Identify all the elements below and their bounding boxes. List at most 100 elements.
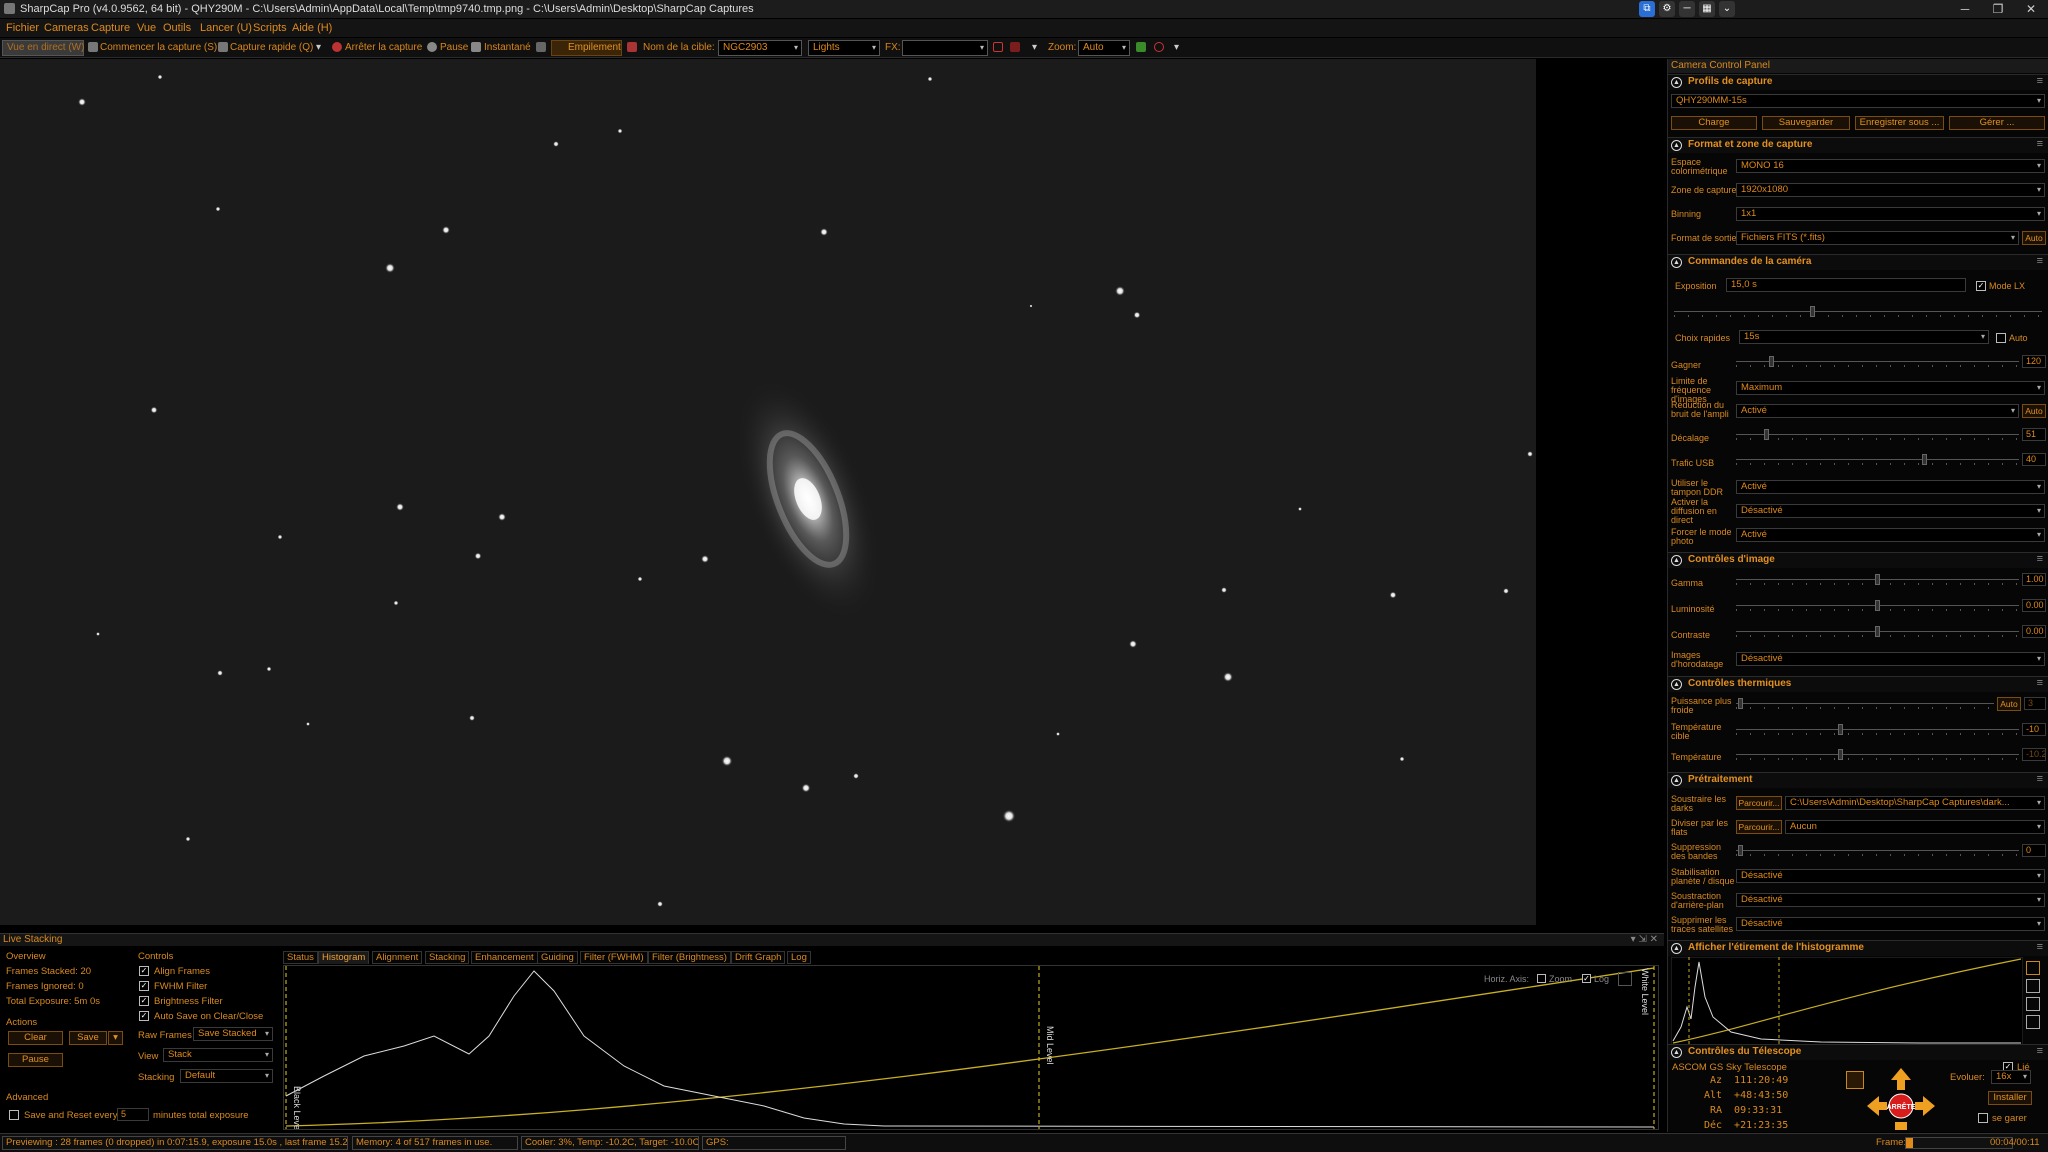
live-view-button[interactable]: Vue en direct (W) <box>2 40 84 56</box>
offset-slider[interactable] <box>1736 428 2019 442</box>
menu-capture[interactable]: Capture <box>91 22 130 34</box>
stacking-button[interactable]: Empilement <box>551 40 622 56</box>
exposure-input[interactable]: 15,0 s <box>1726 278 1966 292</box>
south-arrow[interactable] <box>1895 1122 1907 1130</box>
menu-fichier[interactable]: Fichier <box>6 22 39 34</box>
histogram-stretch-graph[interactable] <box>1671 957 2023 1045</box>
tab-guiding[interactable]: Guiding <box>537 951 578 964</box>
menu-outils[interactable]: Outils <box>163 22 191 34</box>
profile-select[interactable]: QHY290MM-15s ▾ <box>1671 94 2045 108</box>
tab-alignment[interactable]: Alignment <box>372 951 423 964</box>
section-thermal[interactable]: ▲ Contrôles thermiques ≡ <box>1668 676 2048 692</box>
save-options-button[interactable]: ▾ <box>108 1031 123 1045</box>
brightness-thumb[interactable] <box>1875 600 1880 611</box>
menu-scripts[interactable]: Scripts <box>253 22 287 34</box>
mount-direction-pad[interactable]: ARRÊTE <box>1865 1066 1937 1132</box>
photo-mode-select[interactable]: Activé ▾ <box>1736 528 2045 542</box>
contrast-slider[interactable] <box>1736 625 2019 639</box>
tab-filter-brightness[interactable]: Filter (Brightness) <box>648 951 731 964</box>
histogram-zoom-icon[interactable] <box>2026 979 2040 993</box>
offset-value[interactable]: 51 <box>2022 428 2046 441</box>
tab-status[interactable]: Status <box>283 951 318 964</box>
zoom-select[interactable]: Auto ▾ <box>1078 40 1130 56</box>
quick-capture-button[interactable]: Capture rapide (Q) <box>230 42 313 53</box>
menu-aide[interactable]: Aide (H) <box>292 22 332 34</box>
north-arrow[interactable] <box>1891 1068 1911 1090</box>
tab-histogram[interactable]: Histogram <box>318 951 370 964</box>
target-temp-slider[interactable] <box>1736 723 2019 737</box>
collapse-icon[interactable]: ▲ <box>1671 257 1682 268</box>
capture-area-select[interactable]: 1920x1080 ▾ <box>1736 183 2045 197</box>
zoom-checkbox[interactable] <box>1537 974 1546 983</box>
park-checkbox[interactable] <box>1978 1113 1988 1123</box>
usb-thumb[interactable] <box>1922 454 1928 465</box>
output-format-select[interactable]: Fichiers FITS (*.fits) ▾ <box>1736 231 2019 245</box>
start-capture-button[interactable]: Commencer la capture (S) <box>100 42 217 53</box>
menu-lancer[interactable]: Lancer (U) <box>200 22 252 34</box>
menu-icon[interactable]: ≡ <box>2037 138 2043 150</box>
panel-close-icon[interactable]: ▾ ⇲ ✕ <box>1631 934 1658 945</box>
menu-icon[interactable]: ≡ <box>2037 941 2043 953</box>
colorspace-select[interactable]: MONO 16 ▾ <box>1736 159 2045 173</box>
fx-select[interactable]: ▾ <box>902 40 988 56</box>
log-checkbox[interactable]: ✓ <box>1582 974 1591 983</box>
section-profiles[interactable]: ▲ Profils de capture ≡ <box>1668 74 2048 90</box>
chevron-down-icon[interactable]: ▾ <box>1174 42 1179 53</box>
ddr-select[interactable]: Activé ▾ <box>1736 480 2045 494</box>
collapse-icon[interactable]: ▲ <box>1671 140 1682 151</box>
banding-value[interactable]: 0 <box>2022 844 2046 857</box>
gamma-thumb[interactable] <box>1875 574 1880 585</box>
pause-stacking-button[interactable]: Pause <box>8 1053 63 1067</box>
gain-slider[interactable] <box>1736 355 2019 369</box>
timestamp-select[interactable]: Désactivé ▾ <box>1736 652 2045 666</box>
framerate-select[interactable]: Maximum ▾ <box>1736 381 2045 395</box>
minimize-small-icon[interactable]: ─ <box>1679 1 1695 17</box>
menu-cameras[interactable]: Cameras <box>44 22 89 34</box>
clear-button[interactable]: Clear <box>8 1031 63 1045</box>
align-checkbox[interactable]: ✓ <box>139 966 149 976</box>
background-select[interactable]: Désactivé ▾ <box>1736 893 2045 907</box>
east-arrow[interactable] <box>1915 1096 1935 1116</box>
install-button[interactable]: Installer <box>1988 1091 2032 1105</box>
stream-select[interactable]: Désactivé ▾ <box>1736 504 2045 518</box>
noise-auto-button[interactable]: Auto <box>2022 404 2046 418</box>
exposure-slider[interactable] <box>1674 305 2042 319</box>
load-profile-button[interactable]: Charge <box>1671 116 1757 130</box>
save-reset-checkbox[interactable] <box>9 1110 19 1120</box>
contrast-value[interactable]: 0.00 <box>2022 625 2046 638</box>
satellite-select[interactable]: Désactivé ▾ <box>1736 917 2045 931</box>
save-reset-minutes[interactable]: 5 <box>117 1108 149 1121</box>
tab-enhancement[interactable]: Enhancement <box>471 951 538 964</box>
raw-frames-select[interactable]: Save Stacked ▾ <box>193 1027 273 1041</box>
autosave-checkbox[interactable]: ✓ <box>139 1011 149 1021</box>
histogram-auto-icon[interactable] <box>1618 972 1632 986</box>
banding-slider[interactable] <box>1736 844 2019 858</box>
frame-type-select[interactable]: Lights ▾ <box>808 40 880 56</box>
maximize-button[interactable]: ❐ <box>1983 1 2013 17</box>
collapse-icon[interactable]: ▲ <box>1671 77 1682 88</box>
image-viewer[interactable] <box>0 59 1536 925</box>
menu-icon[interactable]: ≡ <box>2037 1045 2043 1057</box>
quick-auto-checkbox[interactable] <box>1996 333 2006 343</box>
section-image-controls[interactable]: ▲ Contrôles d'image ≡ <box>1668 552 2048 568</box>
collapse-icon[interactable]: ▲ <box>1671 679 1682 690</box>
gamma-value[interactable]: 1.00 <box>2022 573 2046 586</box>
collapse-icon[interactable]: ▲ <box>1671 1047 1682 1058</box>
pause-button[interactable]: Pause <box>440 42 468 53</box>
menu-vue[interactable]: Vue <box>137 22 156 34</box>
mount-home-icon[interactable] <box>1846 1071 1864 1089</box>
stop-capture-button[interactable]: Arrêter la capture <box>345 42 422 53</box>
stabilization-select[interactable]: Désactivé ▾ <box>1736 869 2045 883</box>
collapse-icon[interactable]: ▲ <box>1671 775 1682 786</box>
cooler-power-slider[interactable] <box>1736 697 1994 711</box>
darks-select[interactable]: C:\Users\Admin\Desktop\SharpCap Captures… <box>1785 796 2045 810</box>
magnifier-icon[interactable] <box>1154 42 1164 52</box>
stacking-select[interactable]: Default ▾ <box>180 1069 273 1083</box>
speed-select[interactable]: 16x ▾ <box>1991 1070 2031 1084</box>
gamma-slider[interactable] <box>1736 573 2019 587</box>
noise-select[interactable]: Activé ▾ <box>1736 404 2019 418</box>
histogram-reset-icon[interactable] <box>2026 961 2040 975</box>
brightness-value[interactable]: 0.00 <box>2022 599 2046 612</box>
collapse-icon[interactable]: ▲ <box>1671 555 1682 566</box>
tab-filter-fwhm[interactable]: Filter (FWHM) <box>580 951 648 964</box>
